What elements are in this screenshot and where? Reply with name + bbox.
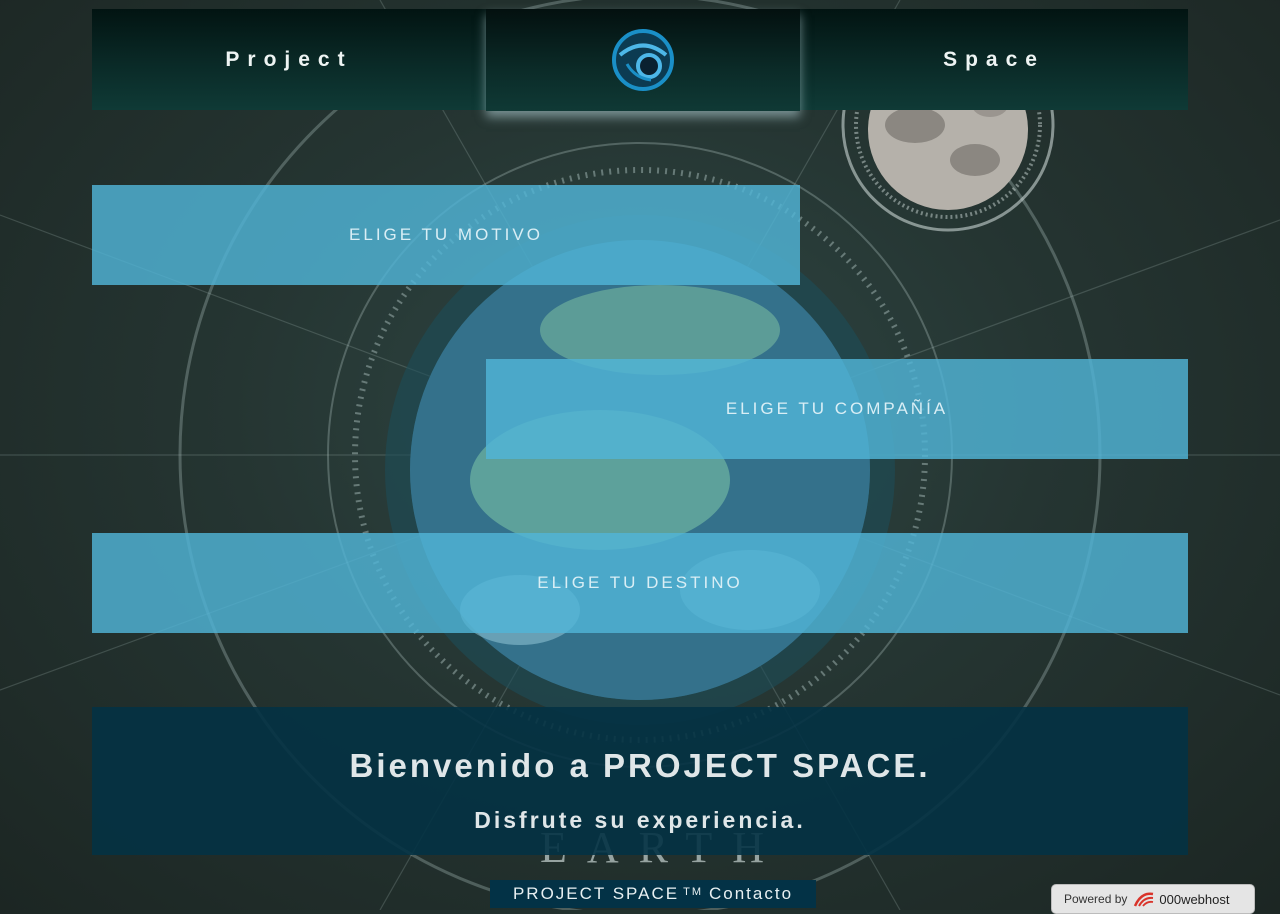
header-title-space[interactable]: Space (800, 9, 1188, 110)
logo-link[interactable] (486, 9, 800, 111)
welcome-title: Bienvenido a PROJECT SPACE. (349, 747, 931, 784)
elige-tu-destino-button[interactable]: ELIGE TU DESTINO (92, 533, 1188, 633)
000webhost-brand: 000webhost (1159, 891, 1230, 907)
footer-trademark: TM (683, 886, 703, 898)
project-space-logo-icon (612, 29, 674, 91)
site-footer: PROJECT SPACE TM Contacto (490, 880, 816, 908)
header-title-project[interactable]: Project (92, 9, 486, 110)
000webhost-logo-icon (1134, 892, 1154, 907)
contacto-link[interactable]: Contacto (709, 884, 793, 904)
welcome-subtitle: Disfrute su experiencia. (474, 807, 806, 833)
footer-brand: PROJECT SPACE (512, 884, 680, 903)
welcome-panel: Bienvenido a PROJECT SPACE. Disfrute su … (92, 707, 1188, 855)
elige-tu-compania-button[interactable]: ELIGE TU COMPAÑÍA (486, 359, 1188, 459)
powered-by-label: Powered by (1064, 892, 1128, 906)
elige-tu-motivo-button[interactable]: ELIGE TU MOTIVO (92, 185, 800, 285)
